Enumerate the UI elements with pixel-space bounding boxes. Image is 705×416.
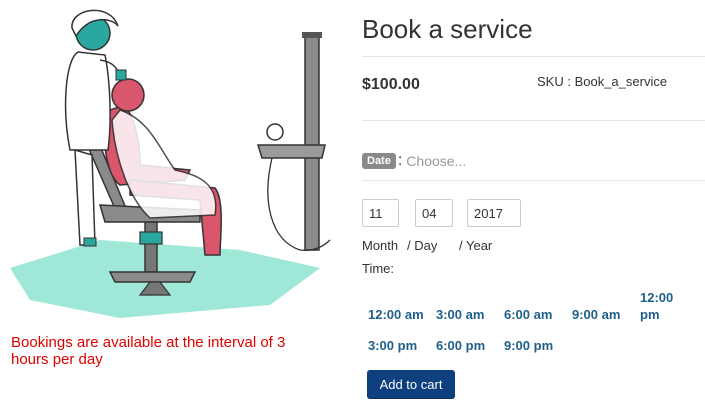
day-field[interactable]: 11 xyxy=(362,199,399,227)
time-slot[interactable]: 6:00 am xyxy=(504,306,552,323)
time-slot[interactable]: 12:00 am xyxy=(368,306,424,323)
stylist-legs xyxy=(74,148,96,246)
divider-date xyxy=(362,180,705,181)
time-slot[interactable]: 9:00 pm xyxy=(504,337,553,354)
date-colon: : xyxy=(397,152,403,169)
time-slot[interactable]: 3:00 pm xyxy=(368,337,417,354)
date-choose-placeholder[interactable]: Choose... xyxy=(406,153,466,169)
label-day: / Day xyxy=(407,238,438,253)
date-badge: Date xyxy=(362,153,396,169)
chair-base xyxy=(108,271,197,283)
product-sku: SKU : Book_a_service xyxy=(537,74,668,89)
date-inputs: 11 04 2017 xyxy=(362,199,521,227)
bookings-interval-note: Bookings are available at the interval o… xyxy=(11,334,286,368)
chair-collar xyxy=(139,231,163,245)
time-slot[interactable]: 3:00 am xyxy=(436,306,484,323)
time-slot[interactable]: 9:00 am xyxy=(572,306,620,323)
dryer-device xyxy=(266,123,284,141)
divider-mid xyxy=(362,120,705,121)
time-slot[interactable]: 12:00 pm xyxy=(640,289,682,323)
year-field[interactable]: 2017 xyxy=(467,199,521,227)
stylist-hand xyxy=(115,69,127,81)
stylist-sock xyxy=(83,237,97,247)
time-label: Time: xyxy=(362,261,395,276)
time-slot[interactable]: 6:00 pm xyxy=(436,337,485,354)
hairdresser-illustration xyxy=(10,9,331,318)
month-field[interactable]: 04 xyxy=(415,199,453,227)
stylist-body xyxy=(64,51,111,151)
add-to-cart-button[interactable]: Add to cart xyxy=(367,370,455,398)
date-picker-row[interactable]: Date : Choose... xyxy=(362,152,466,170)
label-month: Month xyxy=(362,238,399,253)
divider-top xyxy=(362,56,705,57)
chair-post xyxy=(144,221,158,273)
dryer-cap xyxy=(302,32,322,38)
dryer-pole xyxy=(304,35,320,251)
client-head xyxy=(111,78,145,112)
product-price: $100.00 xyxy=(362,76,420,93)
label-year: / Year xyxy=(459,238,493,253)
dryer-shelf xyxy=(256,144,326,159)
dryer-cord xyxy=(267,157,331,251)
product-title: Book a service xyxy=(362,14,533,44)
client-cape xyxy=(111,109,217,219)
